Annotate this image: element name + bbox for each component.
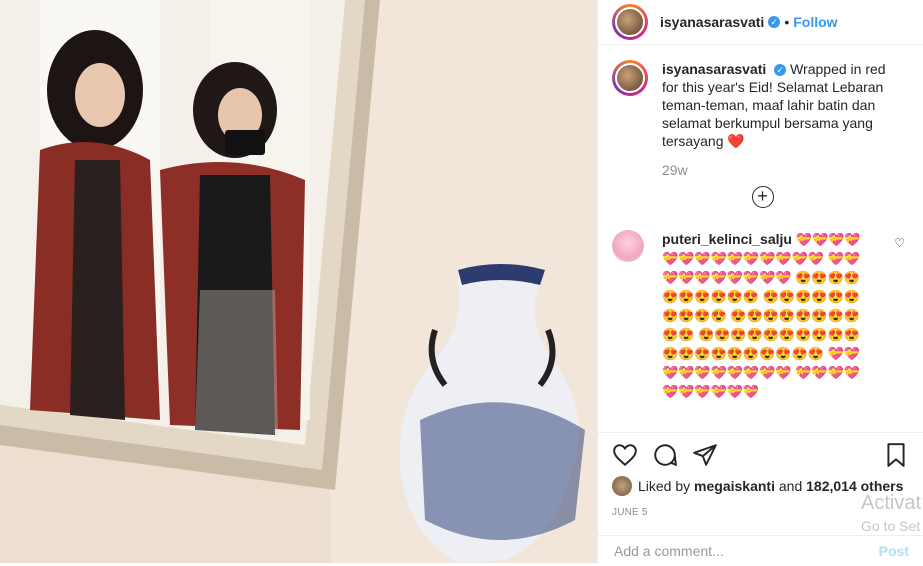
separator-dot: • xyxy=(784,14,790,30)
comment-like-icon[interactable]: ♡ xyxy=(894,236,905,250)
heart-icon[interactable] xyxy=(612,442,638,468)
caption-username[interactable]: isyanasarasvati xyxy=(662,61,766,77)
bookmark-icon[interactable] xyxy=(883,442,909,468)
comment-item: puteri_kelinci_salju 💝💝💝💝 💝💝💝💝💝💝💝💝💝💝 💝💝💝… xyxy=(612,230,909,401)
comment-text: 💝💝💝💝 💝💝💝💝💝💝💝💝💝💝 💝💝💝💝💝💝💝💝💝💝 😍😍😍😍😍😍😍😍😍😍 😍😍… xyxy=(662,232,861,399)
likes-and: and xyxy=(778,478,803,494)
likes-prefix: Liked by xyxy=(638,478,691,494)
activate-windows-watermark: Activat xyxy=(861,492,922,514)
post-time-ago[interactable]: 29w xyxy=(662,162,909,178)
post-date[interactable]: JUNE 5 xyxy=(612,507,648,518)
add-comment-bar: Post xyxy=(598,535,923,566)
comment-icon[interactable] xyxy=(652,442,678,468)
author-username[interactable]: isyanasarasvati xyxy=(660,14,764,30)
share-icon[interactable] xyxy=(692,442,718,468)
caption-avatar[interactable] xyxy=(612,60,648,96)
activate-windows-subtext: Go to Set xyxy=(861,518,921,534)
follow-button[interactable]: Follow xyxy=(793,14,837,30)
liker-username[interactable]: megaiskanti xyxy=(694,478,775,494)
post-caption: isyanasarasvati ✓ Wrapped in red for thi… xyxy=(612,60,909,150)
comments-list[interactable]: isyanasarasvati ✓ Wrapped in red for thi… xyxy=(612,60,909,430)
commenter-avatar[interactable] xyxy=(612,230,644,262)
liker-avatar[interactable] xyxy=(612,476,632,496)
post-actions-bar xyxy=(598,432,923,477)
post-photo[interactable] xyxy=(0,0,597,563)
verified-badge-icon: ✓ xyxy=(768,16,781,28)
photo-illustration xyxy=(0,0,597,563)
post-header: isyanasarasvati ✓ • Follow xyxy=(598,0,923,45)
caption-verified-badge-icon: ✓ xyxy=(774,64,787,76)
post-comment-button[interactable]: Post xyxy=(879,543,909,559)
load-more-comments-button[interactable]: + xyxy=(751,186,774,208)
commenter-username[interactable]: puteri_kelinci_salju xyxy=(662,231,792,247)
post-detail-panel: isyanasarasvati ✓ • Follow isyanasarasva… xyxy=(597,0,923,563)
comment-input[interactable] xyxy=(612,542,879,560)
author-avatar[interactable] xyxy=(612,4,648,40)
